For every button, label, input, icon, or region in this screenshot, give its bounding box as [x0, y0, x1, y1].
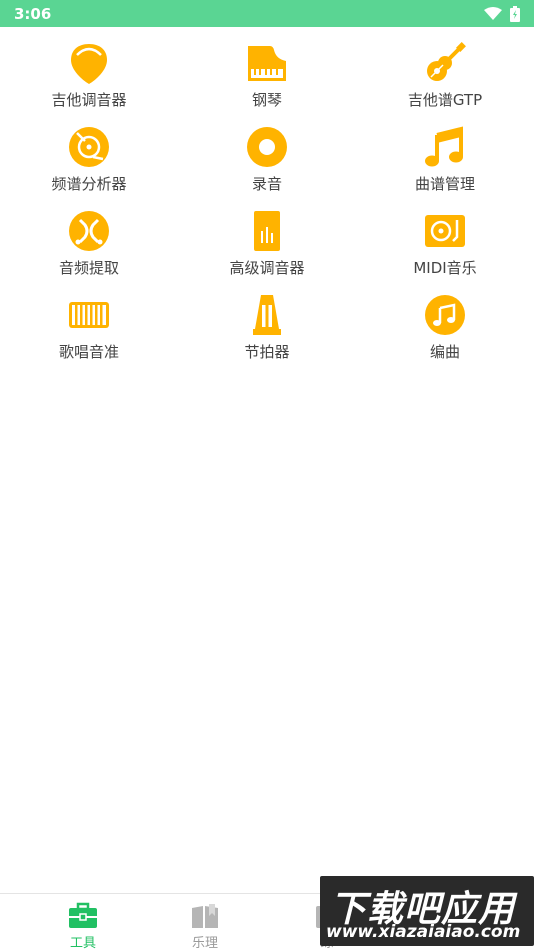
status-bar: 3:06	[0, 0, 534, 27]
spectrum-disc-icon	[69, 127, 109, 167]
tool-guitar-tuner[interactable]: 吉他调音器	[0, 27, 178, 111]
guitar-icon	[427, 42, 466, 81]
tool-label: 录音	[251, 175, 282, 193]
tool-record[interactable]: 录音	[178, 111, 356, 195]
nav-tab-theory[interactable]: 乐理	[144, 894, 266, 951]
toolbox-icon	[69, 902, 97, 928]
tool-piano[interactable]: 钢琴	[178, 27, 356, 111]
tool-label: 高级调音器	[229, 259, 305, 277]
status-icons	[484, 5, 520, 22]
tool-label: 频谱分析器	[51, 175, 127, 193]
nav-label: 工具	[69, 936, 96, 951]
tool-label: 吉他谱GTP	[407, 91, 483, 109]
keyboard-icon	[69, 302, 109, 328]
audio-extract-icon	[69, 211, 109, 251]
tool-label: MIDI音乐	[413, 259, 477, 277]
midi-player-icon	[425, 215, 465, 247]
status-time: 3:06	[14, 4, 52, 23]
tool-compose[interactable]: 编曲	[356, 279, 534, 363]
battery-icon	[510, 5, 520, 22]
tool-spectrum-analyzer[interactable]: 频谱分析器	[0, 111, 178, 195]
tool-label: 编曲	[429, 343, 460, 361]
tool-guitar-tab-gtp[interactable]: 吉他谱GTP	[356, 27, 534, 111]
advanced-tuner-icon	[254, 211, 280, 251]
piano-icon	[248, 46, 286, 81]
tool-label: 节拍器	[244, 343, 290, 361]
tool-advanced-tuner[interactable]: 高级调音器	[178, 195, 356, 279]
tool-audio-extract[interactable]: 音频提取	[0, 195, 178, 279]
compose-note-icon	[425, 295, 465, 335]
tool-label: 歌唱音准	[58, 343, 119, 361]
tool-midi-music[interactable]: MIDI音乐	[356, 195, 534, 279]
tool-singing-pitch[interactable]: 歌唱音准	[0, 279, 178, 363]
nav-label: 乐理	[191, 936, 218, 951]
music-note-icon	[425, 126, 463, 167]
tool-label: 吉他调音器	[51, 91, 127, 109]
watermark-url: www.xiazaiaiao.com	[326, 922, 521, 942]
metronome-icon	[253, 295, 281, 335]
nav-tab-tools[interactable]: 工具	[22, 894, 144, 951]
tool-score-management[interactable]: 曲谱管理	[356, 111, 534, 195]
book-icon	[192, 904, 218, 928]
tool-metronome[interactable]: 节拍器	[178, 279, 356, 363]
guitar-pick-icon	[71, 44, 107, 84]
tool-label: 钢琴	[251, 91, 282, 109]
record-icon	[247, 127, 287, 167]
watermark-logo: 下载吧应用 www.xiazaiaiao.com	[320, 876, 534, 946]
tool-label: 音频提取	[58, 259, 119, 277]
wifi-icon	[484, 6, 502, 20]
tool-label: 曲谱管理	[414, 175, 475, 193]
